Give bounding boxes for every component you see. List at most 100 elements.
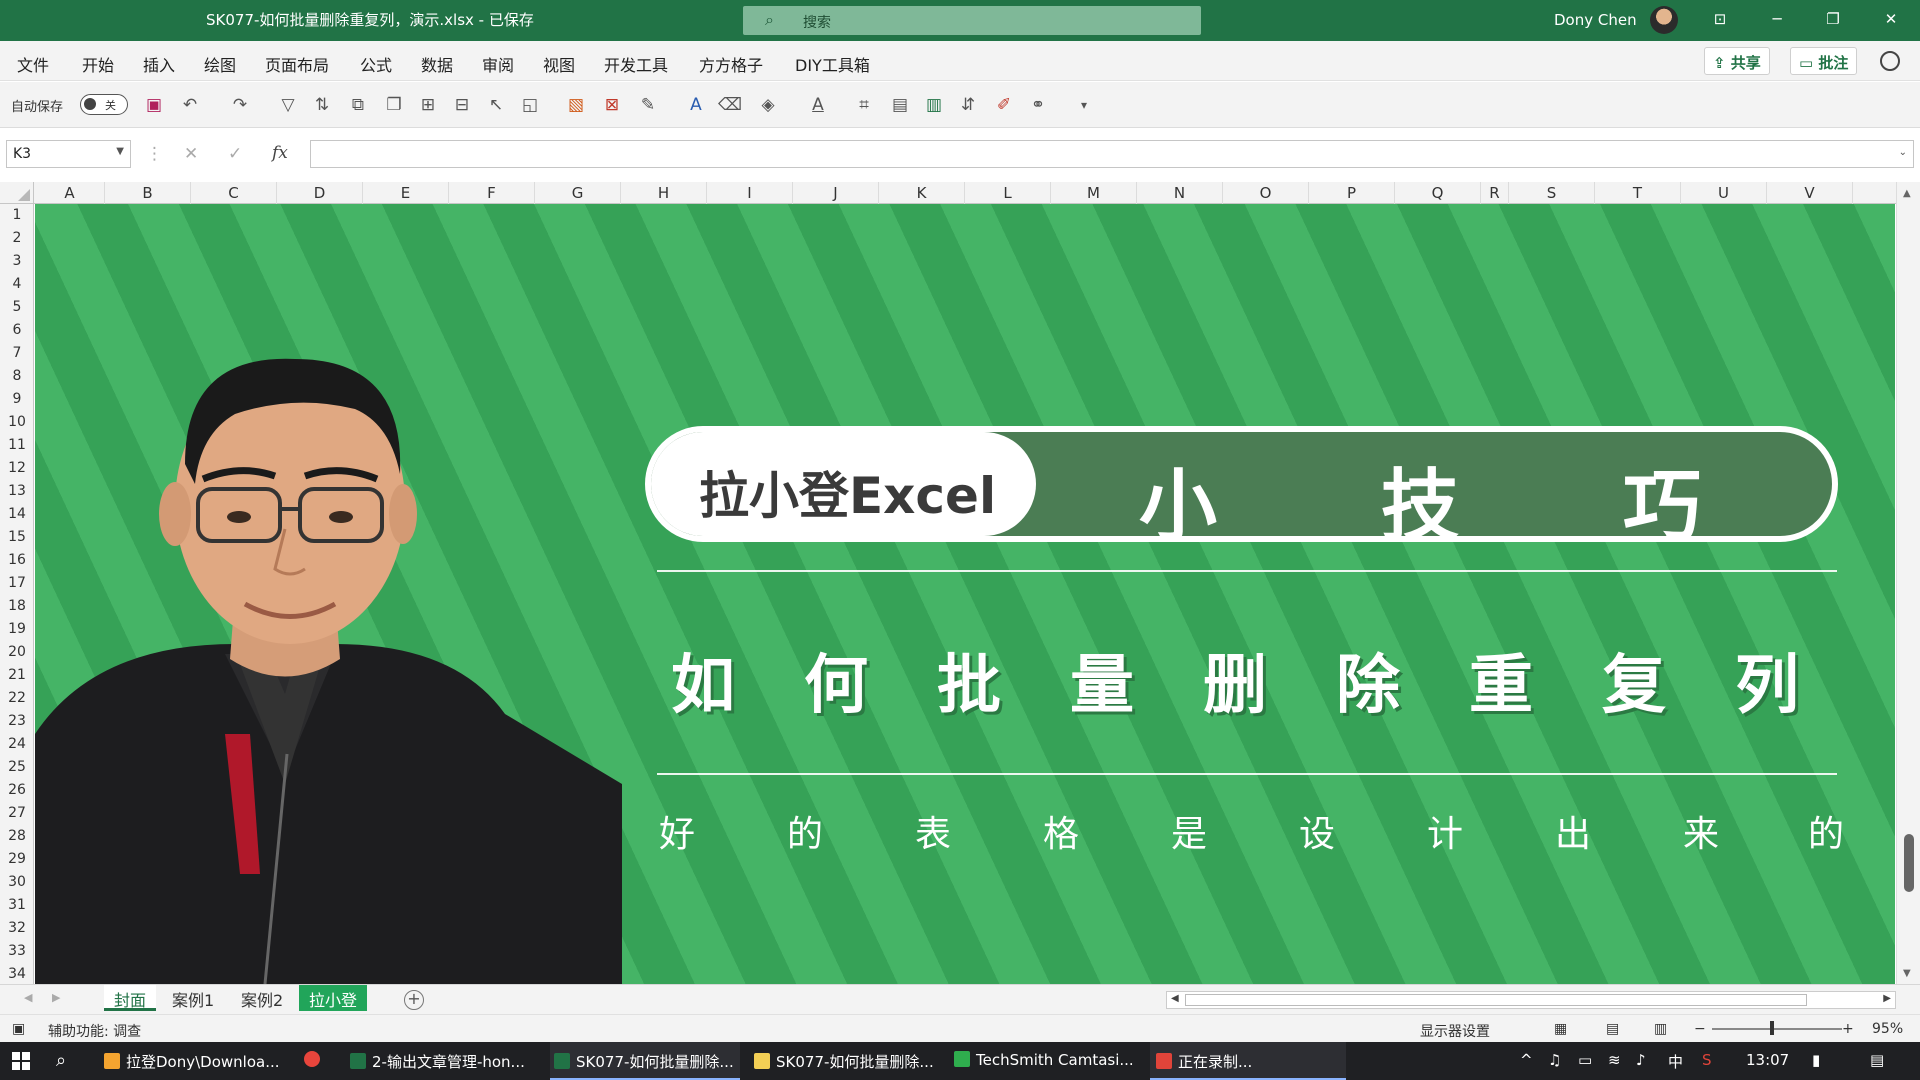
tray-chevron-up-icon[interactable]: ^ [1520, 1051, 1533, 1069]
sogou-ime-icon[interactable]: S [1702, 1051, 1712, 1069]
display-settings[interactable]: 显示器设置 [1420, 1021, 1490, 1041]
fill-color-icon[interactable]: ◈ [756, 93, 780, 117]
zoom-level[interactable]: 95% [1872, 1021, 1903, 1037]
column-header-cell[interactable]: D [277, 182, 363, 204]
taskbar-app-folder[interactable]: SK077-如何批量删除... [754, 1042, 934, 1080]
windows-start-icon[interactable] [12, 1052, 30, 1070]
cancel-formula-icon[interactable]: ✕ [184, 144, 198, 164]
delete-duplicates-icon[interactable]: ⊠ [600, 93, 624, 117]
ime-indicator[interactable]: 中 [1668, 1051, 1683, 1072]
chevron-down-icon[interactable]: ▼ [116, 146, 124, 157]
filter-icon[interactable]: ▽ [276, 93, 300, 117]
row-header-cell[interactable]: 3 [0, 253, 33, 269]
column-header-cell[interactable]: R [1481, 182, 1509, 204]
microphone-icon[interactable]: ♫ [1548, 1051, 1561, 1069]
column-header-cell[interactable]: F [449, 182, 535, 204]
battery-icon[interactable]: ▭ [1578, 1051, 1592, 1069]
page-break-view-icon[interactable]: ▥ [1654, 1021, 1667, 1037]
column-header-cell[interactable]: Q [1395, 182, 1481, 204]
row-header-cell[interactable]: 25 [0, 759, 33, 775]
prev-sheet-icon[interactable]: ◀ [24, 991, 32, 1004]
select-pointer-icon[interactable]: ↖ [484, 93, 508, 117]
volume-icon[interactable]: ♪ [1636, 1051, 1646, 1069]
row-header-cell[interactable]: 29 [0, 851, 33, 867]
row-header-cell[interactable]: 19 [0, 621, 33, 637]
cover-image[interactable]: 拉小登Excel 小 技 巧 如 何 批 量 删 除 重 复 列 好 的 表 格… [35, 204, 1895, 984]
row-header-cell[interactable]: 33 [0, 943, 33, 959]
input-mode-icon[interactable]: ▮ [1812, 1051, 1820, 1069]
document-title[interactable]: SK077-如何批量删除重复列，演示.xlsx - 已保存 [206, 9, 534, 30]
sheet-tab-cover[interactable]: 封面 [104, 985, 157, 1011]
avatar[interactable] [1650, 6, 1678, 34]
restore-button[interactable]: ❐ [1818, 10, 1848, 28]
paste-values-icon[interactable]: ▥ [922, 93, 946, 117]
zoom-in-button[interactable]: + [1842, 1021, 1854, 1037]
column-header-cell[interactable]: O [1223, 182, 1309, 204]
zoom-slider-knob[interactable] [1770, 1021, 1774, 1035]
row-header-cell[interactable]: 7 [0, 345, 33, 361]
column-header-cell[interactable]: E [363, 182, 449, 204]
menu-insert[interactable]: 插入 [143, 52, 175, 76]
split-cells-icon[interactable]: ⊟ [450, 93, 474, 117]
format-painter-icon[interactable]: ✐ [992, 93, 1016, 117]
row-header-cell[interactable]: 9 [0, 391, 33, 407]
taskbar-app-excel-1[interactable]: 2-输出文章管理-hon... [350, 1042, 525, 1080]
select-all-corner[interactable] [0, 182, 34, 204]
sheet-tab-case2[interactable]: 案例2 [231, 985, 293, 1011]
search-box[interactable]: ⌕ 搜索 [743, 6, 1201, 35]
copy-format-icon[interactable]: ❐ [382, 93, 406, 117]
row-header-cell[interactable]: 23 [0, 713, 33, 729]
normal-view-icon[interactable]: ▦ [1554, 1021, 1567, 1037]
feedback-smiley-icon[interactable] [1880, 51, 1900, 71]
menu-draw[interactable]: 绘图 [204, 52, 236, 76]
column-header-cell[interactable]: H [621, 182, 707, 204]
column-header-cell[interactable]: B [105, 182, 191, 204]
row-header-cell[interactable]: 8 [0, 368, 33, 384]
menu-view[interactable]: 视图 [543, 52, 575, 76]
comments-button[interactable]: ▭ 批注 [1790, 47, 1858, 75]
row-header-cell[interactable]: 30 [0, 874, 33, 890]
font-color-icon[interactable]: A [806, 93, 830, 117]
row-header-cell[interactable]: 24 [0, 736, 33, 752]
row-header-cell[interactable]: 26 [0, 782, 33, 798]
row-header-cell[interactable]: 1 [0, 207, 33, 223]
column-header-cell[interactable]: N [1137, 182, 1223, 204]
row-header-cell[interactable]: 18 [0, 598, 33, 614]
row-header-cell[interactable]: 12 [0, 460, 33, 476]
menu-home[interactable]: 开始 [82, 52, 114, 76]
confirm-formula-icon[interactable]: ✓ [228, 144, 242, 164]
scroll-down-icon[interactable]: ▼ [1903, 968, 1911, 979]
menu-developer[interactable]: 开发工具 [604, 52, 668, 76]
row-header-cell[interactable]: 14 [0, 506, 33, 522]
more-options-icon[interactable]: ⋮ [146, 144, 163, 164]
next-sheet-icon[interactable]: ▶ [52, 991, 60, 1004]
scroll-up-icon[interactable]: ▲ [1903, 188, 1911, 199]
ribbon-display-button[interactable]: ⊡ [1705, 10, 1735, 28]
menu-review[interactable]: 审阅 [482, 52, 514, 76]
menu-data[interactable]: 数据 [421, 52, 453, 76]
scroll-thumb[interactable] [1904, 834, 1914, 892]
row-header-cell[interactable]: 4 [0, 276, 33, 292]
autosave-toggle[interactable]: 关 [80, 94, 128, 115]
taskbar-app-chrome[interactable] [304, 1042, 326, 1080]
row-header-cell[interactable]: 27 [0, 805, 33, 821]
menu-file[interactable]: 文件 [17, 52, 49, 76]
column-header-cell[interactable]: V [1767, 182, 1853, 204]
scroll-right-icon[interactable]: ▶ [1883, 993, 1891, 1004]
column-header-cell[interactable]: K [879, 182, 965, 204]
column-header-cell[interactable]: U [1681, 182, 1767, 204]
row-header-cell[interactable]: 5 [0, 299, 33, 315]
column-header-cell[interactable]: T [1595, 182, 1681, 204]
taskbar-app-camtasia[interactable]: TechSmith Camtasi... [954, 1042, 1134, 1080]
user-name[interactable]: Dony Chen [1554, 11, 1637, 29]
scroll-left-icon[interactable]: ◀ [1171, 993, 1179, 1004]
row-header-cell[interactable]: 13 [0, 483, 33, 499]
row-header-cell[interactable]: 6 [0, 322, 33, 338]
row-header-cell[interactable]: 22 [0, 690, 33, 706]
row-header-cell[interactable]: 17 [0, 575, 33, 591]
hscroll-thumb[interactable] [1185, 994, 1807, 1006]
undo-icon[interactable]: ↶ [178, 93, 202, 117]
share-button[interactable]: ⇪ 共享 [1704, 47, 1770, 75]
close-button[interactable]: ✕ [1876, 10, 1906, 28]
sheet-tab-laxiaodeng[interactable]: 拉小登 [299, 985, 368, 1011]
